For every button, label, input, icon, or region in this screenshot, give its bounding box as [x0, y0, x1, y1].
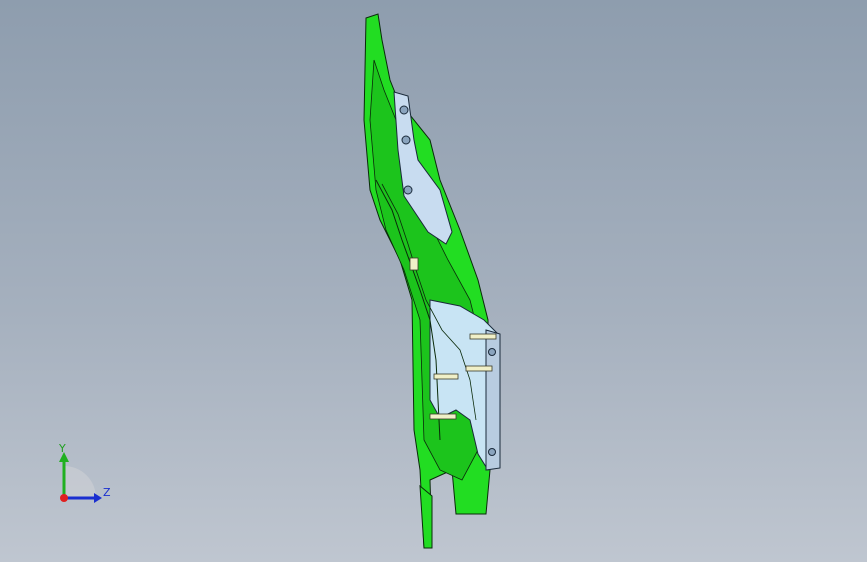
z-axis-arrow [94, 493, 102, 503]
plate-hole [399, 105, 409, 115]
3d-part-model[interactable] [0, 0, 867, 562]
z-axis-label: Z [103, 486, 111, 499]
graphics-viewport[interactable]: Y Z [0, 0, 867, 562]
lower-tab [419, 484, 433, 549]
flange-hole [488, 348, 496, 356]
triad-axes [59, 452, 102, 503]
x-axis-origin [60, 494, 68, 502]
plate-hole [401, 135, 411, 145]
coordinate-triad: Y Z [40, 436, 130, 516]
triad-background [64, 466, 96, 498]
y-axis-label: Y [59, 442, 66, 455]
plate-hole [403, 185, 413, 195]
flange-hole [488, 448, 496, 456]
